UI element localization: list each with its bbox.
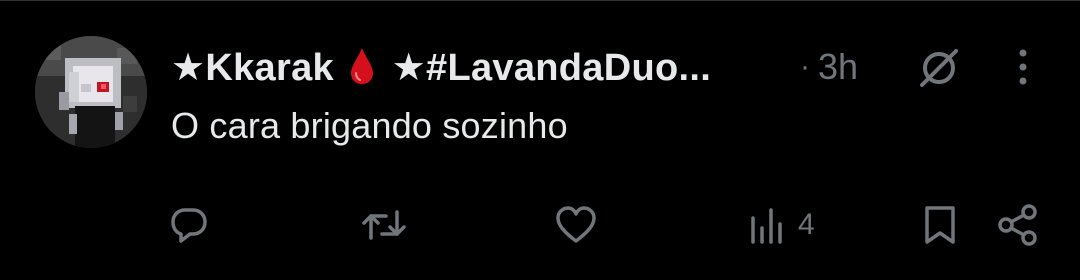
views-button[interactable]: 4 — [748, 201, 815, 249]
tweet-meta: · 3h — [800, 41, 858, 93]
blood-drop-icon — [350, 47, 373, 84]
tweet-text: O cara brigando sozinho — [171, 105, 568, 146]
more-vertical-icon[interactable] — [1006, 45, 1040, 89]
tweet-card[interactable]: ★Kkarak ★#LavandaDuo... · 3h O cara brig… — [0, 0, 1080, 280]
analytics-icon — [751, 208, 782, 244]
views-count: 4 — [798, 208, 815, 241]
heart-icon — [556, 206, 596, 243]
display-name[interactable]: ★Kkarak ★#LavandaDuo... — [171, 45, 711, 90]
reply-icon — [171, 208, 207, 243]
tweet-header: ★Kkarak ★#LavandaDuo... — [171, 41, 711, 93]
grok-icon[interactable] — [916, 45, 962, 91]
share-icon — [998, 204, 1037, 246]
avatar[interactable] — [35, 36, 147, 148]
like-button[interactable] — [554, 201, 612, 249]
bookmark-button[interactable] — [920, 201, 960, 249]
share-button[interactable] — [995, 201, 1041, 249]
retweet-button[interactable] — [360, 201, 422, 249]
avatar-image — [35, 36, 147, 148]
reply-button[interactable] — [168, 201, 224, 249]
separator-dot: · — [800, 50, 810, 83]
retweet-icon — [362, 210, 406, 240]
bookmark-icon — [925, 206, 955, 244]
timestamp[interactable]: 3h — [818, 46, 858, 88]
display-name-part-1: ★Kkarak — [171, 46, 334, 89]
display-name-part-2: ★#LavandaDuo... — [391, 46, 712, 89]
